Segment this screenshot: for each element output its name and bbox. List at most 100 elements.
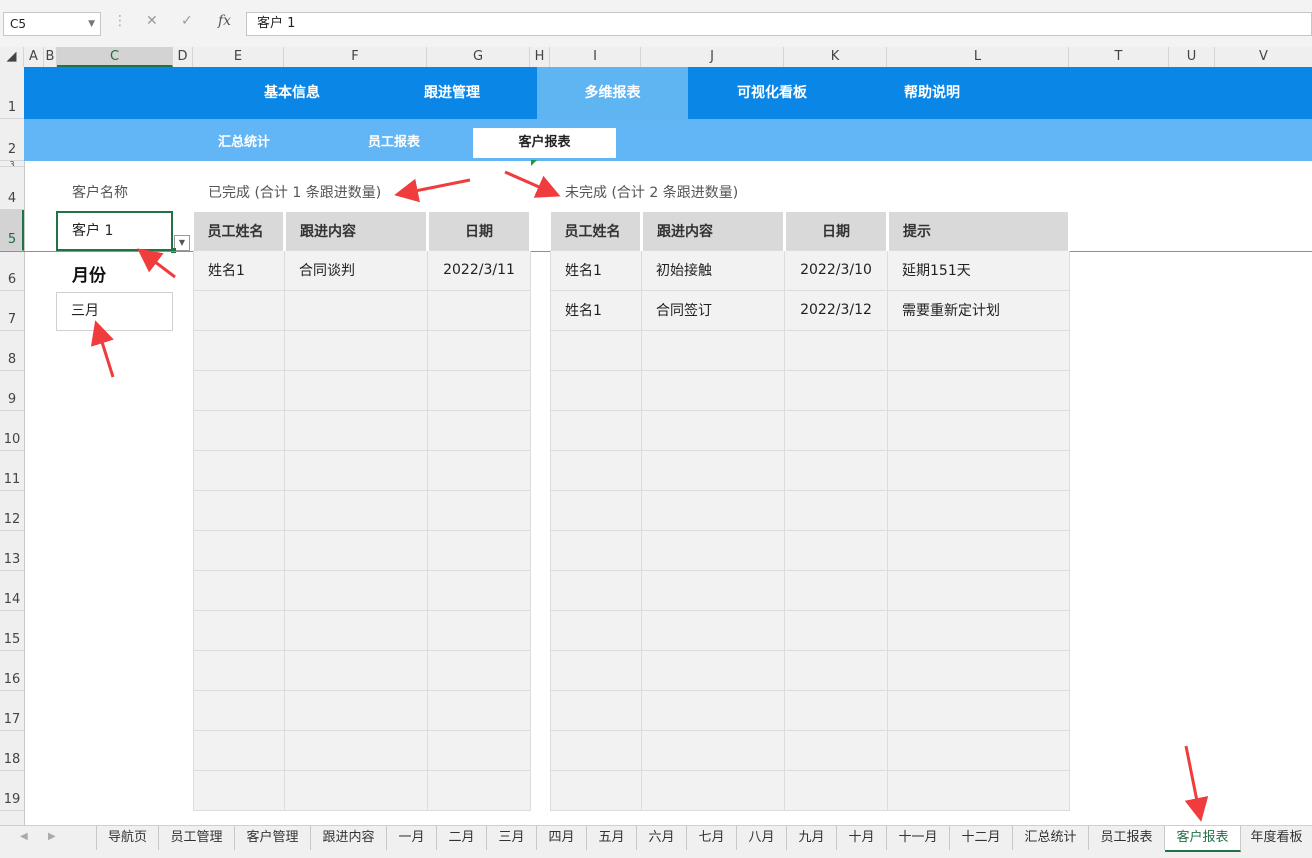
table-cell[interactable]: [284, 489, 428, 531]
table-cell[interactable]: [641, 409, 785, 451]
row-header[interactable]: 15: [0, 611, 24, 651]
table-cell[interactable]: [284, 609, 428, 651]
column-header[interactable]: E: [193, 47, 284, 67]
row-header[interactable]: 2: [0, 119, 24, 161]
table-cell[interactable]: [193, 329, 285, 371]
fx-icon[interactable]: fx: [218, 13, 231, 29]
table-cell[interactable]: 2022/3/10: [784, 249, 888, 291]
table-cell[interactable]: [784, 489, 888, 531]
row-header[interactable]: 7: [0, 291, 24, 331]
sheet-tab[interactable]: 员工报表: [1089, 826, 1165, 850]
sheet-tab[interactable]: 导航页: [96, 826, 159, 850]
tab-summary[interactable]: 汇总统计: [174, 128, 314, 158]
nav-item-help[interactable]: 帮助说明: [852, 67, 1012, 119]
table-cell[interactable]: 姓名1: [550, 249, 642, 291]
sheet-tab[interactable]: 十二月: [950, 826, 1013, 850]
row-header[interactable]: 17: [0, 691, 24, 731]
table-cell[interactable]: [550, 649, 642, 691]
column-header[interactable]: L: [887, 47, 1069, 67]
table-cell[interactable]: [784, 689, 888, 731]
sheet-tab[interactable]: 十一月: [887, 826, 950, 850]
table-cell[interactable]: [284, 689, 428, 731]
table-cell[interactable]: [427, 489, 531, 531]
table-cell[interactable]: [887, 409, 1070, 451]
sheet-tab[interactable]: 客户管理: [235, 826, 311, 850]
table-cell[interactable]: [550, 449, 642, 491]
table-cell[interactable]: [284, 769, 428, 811]
table-cell[interactable]: [193, 289, 285, 331]
table-cell[interactable]: [284, 729, 428, 771]
table-cell[interactable]: [284, 289, 428, 331]
table-cell[interactable]: [641, 769, 785, 811]
column-header[interactable]: D: [173, 47, 193, 67]
table-cell[interactable]: [550, 409, 642, 451]
tab-employee-report[interactable]: 员工报表: [324, 128, 464, 158]
table-cell[interactable]: [427, 409, 531, 451]
column-header[interactable]: A: [24, 47, 44, 67]
table-cell[interactable]: [427, 689, 531, 731]
column-header[interactable]: F: [284, 47, 427, 67]
table-cell[interactable]: [887, 689, 1070, 731]
table-cell[interactable]: [193, 489, 285, 531]
table-cell[interactable]: [193, 569, 285, 611]
table-cell[interactable]: [641, 729, 785, 771]
table-cell[interactable]: [887, 609, 1070, 651]
table-cell[interactable]: 2022/3/12: [784, 289, 888, 331]
table-cell[interactable]: [427, 569, 531, 611]
row-header[interactable]: 13: [0, 531, 24, 571]
table-cell[interactable]: [641, 369, 785, 411]
table-cell[interactable]: [887, 329, 1070, 371]
table-cell[interactable]: [193, 449, 285, 491]
table-cell[interactable]: 初始接触: [641, 249, 785, 291]
table-cell[interactable]: [427, 529, 531, 571]
table-cell[interactable]: [193, 609, 285, 651]
nav-item-dashboard[interactable]: 可视化看板: [692, 67, 852, 119]
table-cell[interactable]: [284, 569, 428, 611]
table-cell[interactable]: [887, 569, 1070, 611]
table-cell[interactable]: [641, 529, 785, 571]
sheet-tab[interactable]: 七月: [687, 826, 737, 850]
table-cell[interactable]: 姓名1: [193, 249, 285, 291]
column-header[interactable]: J: [641, 47, 784, 67]
row-header[interactable]: 11: [0, 451, 24, 491]
row-header[interactable]: 6: [0, 251, 24, 291]
table-cell[interactable]: [550, 689, 642, 731]
table-cell[interactable]: [641, 649, 785, 691]
chevron-down-icon[interactable]: ▼: [88, 13, 95, 35]
table-cell[interactable]: [784, 449, 888, 491]
table-cell[interactable]: [284, 369, 428, 411]
table-cell[interactable]: [427, 329, 531, 371]
table-cell[interactable]: [193, 729, 285, 771]
table-cell[interactable]: [550, 529, 642, 571]
sheet-tab-active[interactable]: 客户报表: [1165, 826, 1241, 852]
table-cell[interactable]: [784, 329, 888, 371]
table-cell[interactable]: [427, 609, 531, 651]
select-all-corner[interactable]: ◢: [0, 47, 24, 67]
table-cell[interactable]: [784, 769, 888, 811]
sheet-tab[interactable]: 二月: [437, 826, 487, 850]
table-cell[interactable]: [427, 369, 531, 411]
row-header[interactable]: 1: [0, 67, 24, 119]
table-cell[interactable]: [641, 489, 785, 531]
enter-icon[interactable]: ✓: [181, 13, 193, 29]
table-cell[interactable]: 合同签订: [641, 289, 785, 331]
row-header[interactable]: 19: [0, 771, 24, 811]
column-header[interactable]: H: [530, 47, 550, 67]
sheet-tab[interactable]: 一月: [387, 826, 437, 850]
table-cell[interactable]: 合同谈判: [284, 249, 428, 291]
table-cell[interactable]: [887, 369, 1070, 411]
table-cell[interactable]: [427, 769, 531, 811]
table-cell[interactable]: [784, 729, 888, 771]
row-header[interactable]: 5: [0, 210, 24, 251]
nav-item-follow-up[interactable]: 跟进管理: [372, 67, 532, 119]
sheet-tab[interactable]: 三月: [487, 826, 537, 850]
table-cell[interactable]: [284, 329, 428, 371]
column-header[interactable]: K: [784, 47, 887, 67]
cancel-icon[interactable]: ✕: [146, 13, 158, 29]
table-cell[interactable]: [784, 409, 888, 451]
nav-item-reports[interactable]: 多维报表: [537, 67, 688, 119]
table-cell[interactable]: [284, 529, 428, 571]
table-cell[interactable]: [550, 609, 642, 651]
table-cell[interactable]: [193, 529, 285, 571]
sheet-tab[interactable]: 六月: [637, 826, 687, 850]
